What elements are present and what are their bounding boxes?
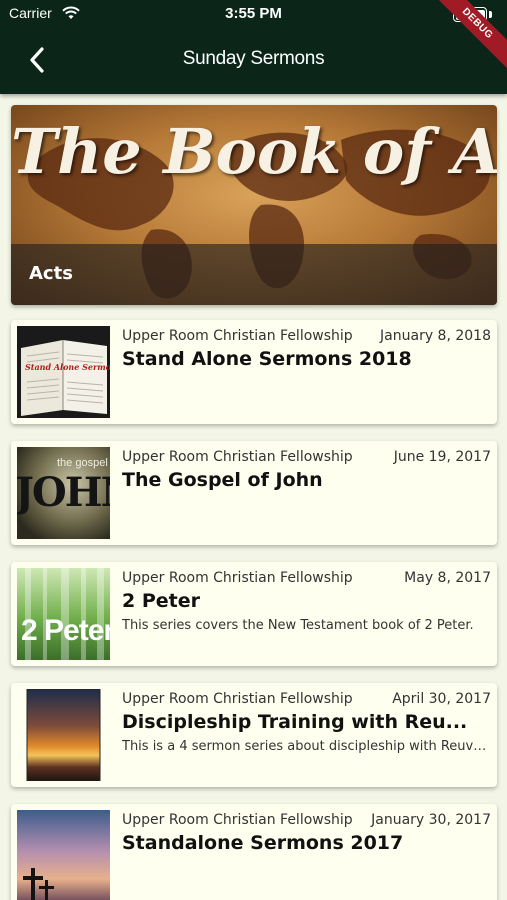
thumbnail-caption: Stand Alone Sermons bbox=[25, 362, 110, 372]
page-title: Sunday Sermons bbox=[182, 48, 325, 69]
series-title: 2 Peter bbox=[122, 590, 200, 612]
series-date: January 30, 2017 bbox=[371, 812, 491, 828]
thumbnail-caption: 2 Peter bbox=[21, 614, 110, 647]
series-date: May 8, 2017 bbox=[404, 570, 491, 586]
church-name: Upper Room Christian Fellowship bbox=[122, 570, 353, 586]
series-thumbnail: 2 Peter bbox=[17, 568, 110, 660]
series-card[interactable]: the gospel of JOHN Upper Room Christian … bbox=[11, 441, 497, 545]
series-thumbnail: the gospel of JOHN bbox=[17, 447, 110, 539]
series-title: Discipleship Training with Reu... bbox=[122, 711, 468, 733]
series-thumbnail bbox=[17, 689, 110, 781]
series-card[interactable]: 2 Peter Upper Room Christian Fellowship … bbox=[11, 562, 497, 666]
church-name: Upper Room Christian Fellowship bbox=[122, 812, 353, 828]
series-thumbnail: Stand Alone Sermons bbox=[17, 326, 110, 418]
featured-label-overlay bbox=[11, 244, 497, 305]
sermon-series-list[interactable]: The Book of Acts Acts Stand Alone Se bbox=[0, 94, 507, 900]
series-title: Standalone Sermons 2017 bbox=[122, 832, 404, 854]
thumbnail-caption-small: the gospel of bbox=[57, 457, 110, 469]
thumbnail-caption-big: JOHN bbox=[17, 469, 110, 516]
status-bar: Carrier 3:55 PM DEBUG bbox=[0, 0, 507, 74]
series-title: Stand Alone Sermons 2018 bbox=[122, 348, 412, 370]
featured-image-title: The Book of Acts bbox=[11, 115, 497, 188]
series-description: This series covers the New Testament boo… bbox=[122, 618, 474, 633]
status-time: 3:55 PM bbox=[225, 5, 282, 22]
series-card[interactable]: Stand Alone Sermons Upper Room Christian… bbox=[11, 320, 497, 424]
series-title: The Gospel of John bbox=[122, 469, 323, 491]
church-name: Upper Room Christian Fellowship bbox=[122, 691, 353, 707]
series-thumbnail bbox=[17, 810, 110, 900]
series-date: January 8, 2018 bbox=[380, 328, 491, 344]
app-bar: Carrier 3:55 PM DEBUG Sunday Sermons bbox=[0, 0, 507, 94]
featured-series-card[interactable]: The Book of Acts Acts bbox=[11, 105, 497, 305]
series-date: April 30, 2017 bbox=[392, 691, 491, 707]
series-card[interactable]: Upper Room Christian Fellowship January … bbox=[11, 804, 497, 900]
church-name: Upper Room Christian Fellowship bbox=[122, 449, 353, 465]
series-card[interactable]: Upper Room Christian Fellowship April 30… bbox=[11, 683, 497, 787]
battery-tip bbox=[489, 11, 492, 18]
featured-series-label: Acts bbox=[29, 263, 73, 284]
series-description: This is a 4 sermon series about disciple… bbox=[122, 739, 490, 754]
church-name: Upper Room Christian Fellowship bbox=[122, 328, 353, 344]
series-date: June 19, 2017 bbox=[393, 449, 491, 465]
